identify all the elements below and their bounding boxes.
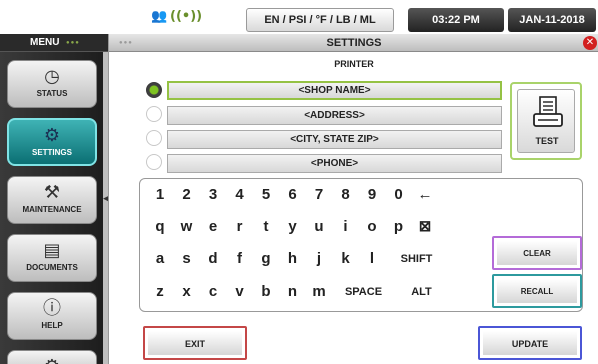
page-title: SETTINGS bbox=[326, 37, 382, 49]
key-6[interactable]: 6 bbox=[281, 180, 305, 210]
key-c[interactable]: c bbox=[201, 277, 225, 307]
sidebar-item-label: SETTINGS bbox=[31, 148, 72, 157]
key-g[interactable]: g bbox=[254, 244, 278, 274]
printer-icon bbox=[533, 96, 563, 127]
recall-button-label: RECALL bbox=[497, 279, 577, 303]
sidebar-item-label: DOCUMENTS bbox=[26, 263, 78, 272]
key-space[interactable]: SPACE bbox=[334, 277, 394, 307]
close-icon[interactable]: ✕ bbox=[583, 36, 597, 50]
test-button-label: TEST bbox=[535, 136, 559, 146]
key-a[interactable]: a bbox=[148, 244, 172, 274]
key-2[interactable]: 2 bbox=[175, 180, 199, 210]
sidebar-item-label: STATUS bbox=[36, 89, 68, 98]
status-bar: 👥 ((•)) EN / PSI / °F / LB / ML 03:22 PM… bbox=[0, 0, 598, 34]
time-display: 03:22 PM bbox=[408, 8, 504, 32]
tools-icon: ⚒ bbox=[43, 182, 61, 203]
key-1[interactable]: 1 bbox=[148, 180, 172, 210]
settings-panel: ●●● SETTINGS ✕ PRINTER <SHOP NAME> <ADDR… bbox=[108, 34, 598, 364]
key-w[interactable]: w bbox=[175, 212, 199, 242]
key-9[interactable]: 9 bbox=[360, 180, 384, 210]
key-t[interactable]: t bbox=[254, 212, 278, 242]
key-z[interactable]: z bbox=[148, 277, 172, 307]
key-shift[interactable]: SHIFT bbox=[387, 244, 447, 274]
key-5[interactable]: 5 bbox=[254, 180, 278, 210]
key-v[interactable]: v bbox=[228, 277, 252, 307]
sidebar-item-label: HELP bbox=[41, 321, 63, 330]
recall-button[interactable]: RECALL bbox=[492, 274, 582, 308]
sidebar-item-help[interactable]: ⓘ HELP bbox=[7, 292, 97, 340]
window-dots-icon: ●●● bbox=[66, 40, 80, 46]
key-x[interactable]: x bbox=[175, 277, 199, 307]
key-o[interactable]: o bbox=[360, 212, 384, 242]
key-j[interactable]: j bbox=[307, 244, 331, 274]
sidebar: MENU ●●● ◷ STATUS ⚙ SETTINGS ⚒ MAINTENAN… bbox=[0, 34, 117, 364]
help-icon: ⓘ bbox=[43, 298, 61, 319]
gauge-icon: ◷ bbox=[44, 66, 60, 87]
sidebar-header: MENU ●●● bbox=[0, 34, 108, 52]
key-m[interactable]: m bbox=[307, 277, 331, 307]
key-7[interactable]: 7 bbox=[307, 180, 331, 210]
key-u[interactable]: u bbox=[307, 212, 331, 242]
phone-field[interactable]: <PHONE> bbox=[167, 154, 502, 173]
key-n[interactable]: n bbox=[281, 277, 305, 307]
units-display[interactable]: EN / PSI / °F / LB / ML bbox=[246, 8, 394, 32]
radio-phone[interactable] bbox=[146, 154, 162, 170]
key-d[interactable]: d bbox=[201, 244, 225, 274]
key-b[interactable]: b bbox=[254, 277, 278, 307]
panel-header: ●●● SETTINGS ✕ bbox=[109, 34, 598, 52]
wifi-icon: ((•)) bbox=[170, 9, 203, 24]
gear-icon: ⚙ bbox=[8, 356, 96, 364]
sidebar-item-settings[interactable]: ⚙ SETTINGS bbox=[7, 118, 97, 166]
radio-city-state-zip[interactable] bbox=[146, 130, 162, 146]
key-0[interactable]: 0 bbox=[387, 180, 411, 210]
delete-key[interactable]: ⊠ bbox=[413, 212, 437, 242]
sidebar-item-label: MAINTENANCE bbox=[22, 205, 82, 214]
clear-button-label: CLEAR bbox=[497, 241, 577, 265]
test-button[interactable]: TEST bbox=[510, 82, 582, 160]
sidebar-item-status[interactable]: ◷ STATUS bbox=[7, 60, 97, 108]
section-title: PRINTER bbox=[334, 59, 374, 69]
gear-icon: ⚙ bbox=[43, 125, 61, 146]
address-field[interactable]: <ADDRESS> bbox=[167, 106, 502, 125]
key-s[interactable]: s bbox=[175, 244, 199, 274]
clear-button[interactable]: CLEAR bbox=[492, 236, 582, 270]
radio-address[interactable] bbox=[146, 106, 162, 122]
key-i[interactable]: i bbox=[334, 212, 358, 242]
key-q[interactable]: q bbox=[148, 212, 172, 242]
key-e[interactable]: e bbox=[201, 212, 225, 242]
document-icon: ▤ bbox=[43, 240, 61, 261]
backspace-key[interactable]: ← bbox=[413, 180, 437, 210]
test-button-face: TEST bbox=[517, 89, 575, 153]
key-8[interactable]: 8 bbox=[334, 180, 358, 210]
key-3[interactable]: 3 bbox=[201, 180, 225, 210]
update-button-label: UPDATE bbox=[483, 331, 577, 355]
key-f[interactable]: f bbox=[228, 244, 252, 274]
date-display: JAN-11-2018 bbox=[508, 8, 596, 32]
exit-button-label: EXIT bbox=[148, 331, 242, 355]
key-p[interactable]: p bbox=[387, 212, 411, 242]
key-r[interactable]: r bbox=[228, 212, 252, 242]
exit-button[interactable]: EXIT bbox=[143, 326, 247, 360]
sidebar-title: MENU bbox=[30, 37, 60, 48]
bluetooth-icon: 👥 bbox=[151, 9, 168, 24]
key-y[interactable]: y bbox=[281, 212, 305, 242]
key-k[interactable]: k bbox=[334, 244, 358, 274]
key-l[interactable]: l bbox=[360, 244, 384, 274]
radio-shop-name[interactable] bbox=[146, 82, 162, 98]
sidebar-item-maintenance[interactable]: ⚒ MAINTENANCE bbox=[7, 176, 97, 224]
shop-name-field[interactable]: <SHOP NAME> bbox=[167, 81, 502, 100]
key-alt[interactable]: ALT bbox=[396, 277, 448, 307]
city-state-zip-field[interactable]: <CITY, STATE ZIP> bbox=[167, 130, 502, 149]
key-4[interactable]: 4 bbox=[228, 180, 252, 210]
key-h[interactable]: h bbox=[281, 244, 305, 274]
update-button[interactable]: UPDATE bbox=[478, 326, 582, 360]
sidebar-item-extra[interactable]: ⚙ bbox=[7, 350, 97, 364]
sidebar-item-documents[interactable]: ▤ DOCUMENTS bbox=[7, 234, 97, 282]
